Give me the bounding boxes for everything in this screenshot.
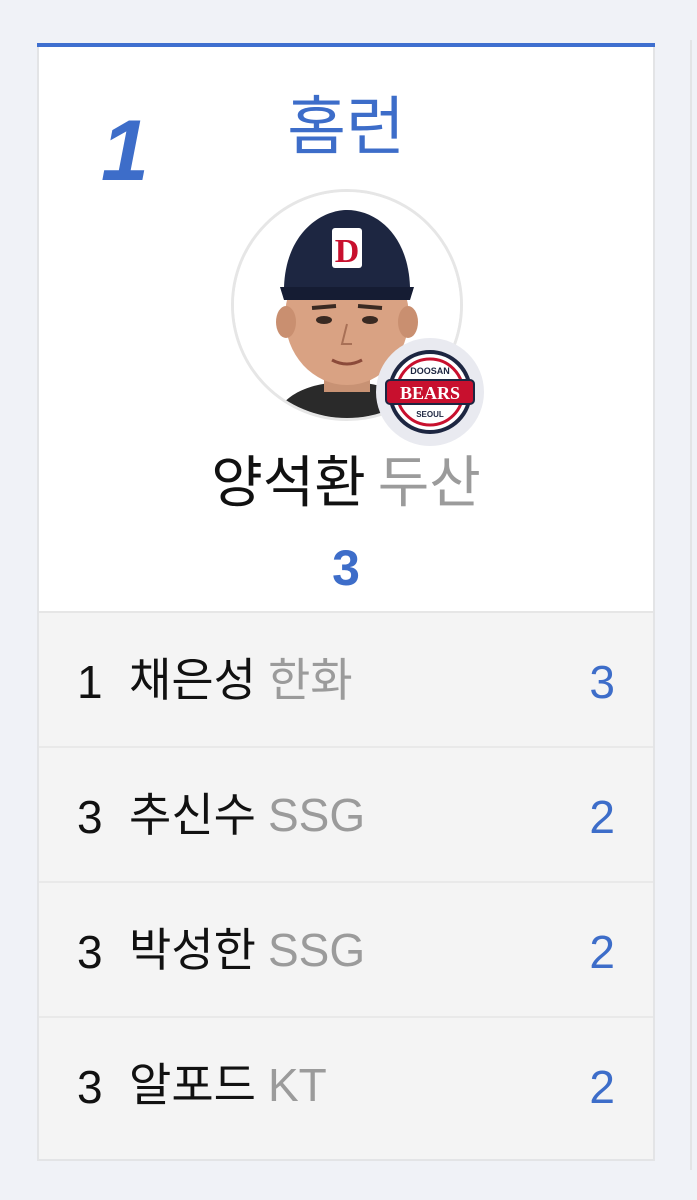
leader-team: 두산 [377,451,481,514]
row-rank: 3 [77,791,103,843]
row-value: 2 [589,1061,615,1113]
row-rank: 3 [77,926,103,978]
row-value: 2 [589,791,615,843]
ranking-row[interactable]: 3 박성한 SSG 2 [39,883,653,1018]
svg-text:D: D [335,233,360,270]
row-player-name: 알포드 [129,1059,256,1111]
row-player-name: 박성한 [129,924,256,976]
logo-text-top: DOOSAN [410,366,450,376]
row-player: 채은성 한화 [129,657,353,703]
row-team: SSG [267,789,366,841]
row-player: 추신수 SSG [129,792,365,838]
ranking-row[interactable]: 3 추신수 SSG 2 [39,748,653,883]
ranking-row[interactable]: 1 채은성 한화 3 [39,613,653,748]
row-player-name: 추신수 [129,789,256,841]
card-accent-bar [37,43,655,47]
leader-name: 양석환 [211,451,366,514]
leader-value: 3 [332,540,360,596]
leader-info[interactable]: 양석환 두산 [39,455,653,511]
row-team: SSG [267,924,366,976]
row-player: 박성한 SSG [129,927,365,973]
row-player-name: 채은성 [129,654,256,706]
row-team: 한화 [267,654,353,706]
row-value: 3 [589,656,615,708]
row-rank: 1 [77,656,103,708]
row-player: 알포드 KT [129,1062,327,1108]
doosan-bears-logo-icon: DOOSAN BEARS SEOUL [376,338,484,446]
ranking-row[interactable]: 3 알포드 KT 2 [39,1018,653,1153]
ranking-list: 1 채은성 한화 3 3 추신수 SSG 2 3 박성한 SSG 2 3 알포드 KT … [39,611,653,1159]
category-title: 홈런 [287,91,405,163]
row-team: KT [267,1059,327,1111]
row-value: 2 [589,926,615,978]
logo-text-main: BEARS [400,383,460,403]
adjacent-card-edge [690,40,692,1170]
logo-text-bottom: SEOUL [416,410,444,419]
homerun-leader-card[interactable]: 1 홈런 D DOOSAN BEARS SEOUL 양석환 두산 3 1 채은성… [37,43,655,1161]
row-rank: 3 [77,1061,103,1113]
